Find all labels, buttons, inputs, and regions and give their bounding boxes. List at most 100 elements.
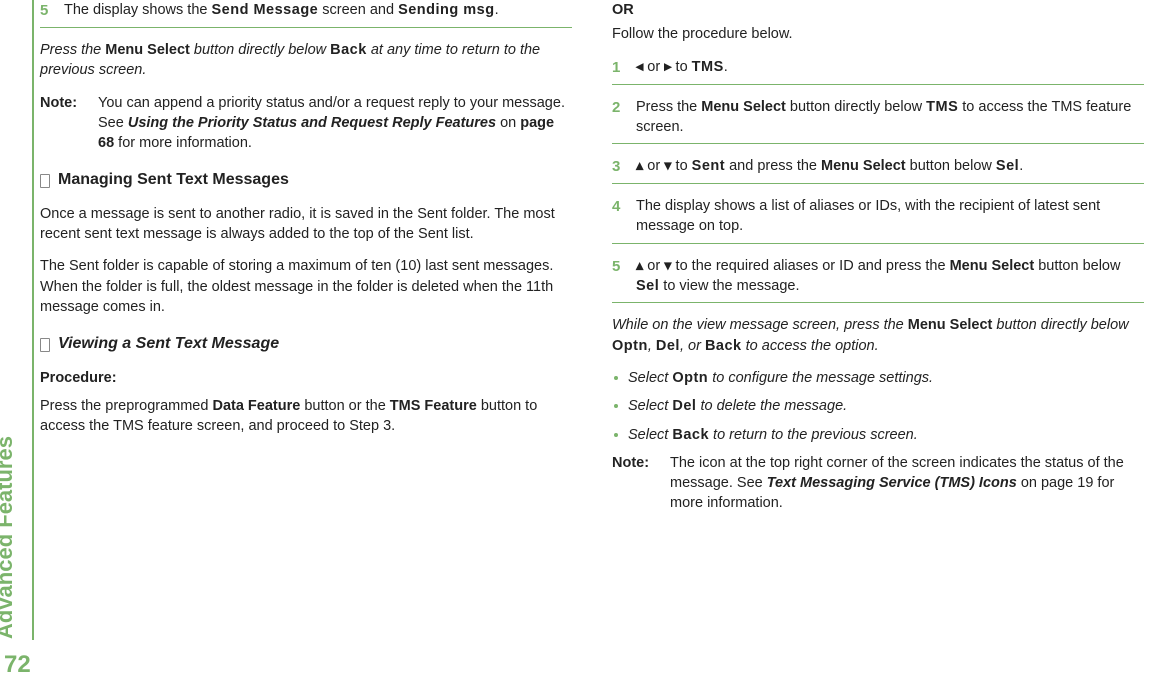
text: to — [672, 59, 692, 75]
section-side-label: Advanced Features — [0, 436, 18, 639]
note-block-right: Note: The icon at the top right corner o… — [612, 453, 1144, 514]
text: button directly below — [992, 317, 1128, 333]
bullet-body: Select Back to return to the previous sc… — [628, 425, 1144, 445]
text: on — [496, 115, 520, 131]
procedure-label: Procedure: — [40, 368, 572, 388]
ui-label: Optn — [672, 370, 708, 386]
or-follow: Follow the procedure below. — [612, 24, 1144, 44]
step-body: The display shows the Send Message scree… — [64, 0, 572, 21]
paragraph: Once a message is sent to another radio,… — [40, 204, 572, 245]
heading-text: Viewing a Sent Text Message — [58, 333, 279, 355]
left-column: 5 The display shows the Send Message scr… — [40, 0, 572, 528]
bullet-back: Select Back to return to the previous sc… — [614, 425, 1144, 445]
menu-select-ref: Menu Select — [821, 158, 906, 174]
note-label: Note: — [40, 93, 86, 154]
text: to return to the previous screen. — [709, 427, 918, 443]
ui-label: Del — [672, 398, 696, 414]
step-number: 5 — [40, 0, 54, 21]
text: to the required aliases or ID and press … — [672, 258, 950, 274]
text: , or — [680, 338, 705, 354]
ref-link: Using the Priority Status and Request Re… — [128, 115, 496, 131]
right-arrow-icon: ▸ — [664, 59, 671, 75]
step-body: ◂ or ▸ to TMS. — [636, 57, 1144, 78]
text: button below — [906, 158, 996, 174]
text: While on the view message screen, press … — [612, 317, 908, 333]
bullet-icon — [614, 376, 618, 380]
text: or — [643, 158, 664, 174]
heading-text: Managing Sent Text Messages — [58, 169, 289, 191]
text: screen and — [318, 2, 398, 18]
step-2: 2 Press the Menu Select button directly … — [612, 97, 1144, 145]
step-1: 1 ◂ or ▸ to TMS. — [612, 57, 1144, 85]
ref-link: Text Messaging Service (TMS) Icons — [767, 475, 1017, 491]
step-4: 4 The display shows a list of aliases or… — [612, 196, 1144, 244]
step-5r: 5 ▴ or ▾ to the required aliases or ID a… — [612, 256, 1144, 304]
page-number: 72 — [4, 651, 31, 679]
button-ref: TMS Feature — [390, 398, 477, 414]
text: . — [495, 2, 499, 18]
down-arrow-icon: ▾ — [664, 258, 671, 274]
heading-managing-sent: Managing Sent Text Messages — [40, 169, 572, 191]
right-column: OR Follow the procedure below. 1 ◂ or ▸ … — [612, 0, 1144, 528]
step-number: 5 — [612, 256, 626, 297]
text: Select — [628, 398, 672, 414]
step-body: Press the Menu Select button directly be… — [636, 97, 1144, 138]
ui-label: Send Message — [212, 2, 319, 18]
step-number: 4 — [612, 196, 626, 237]
text: to configure the message settings. — [708, 370, 933, 386]
text: . — [1019, 158, 1023, 174]
bullet-body: Select Optn to configure the message set… — [628, 368, 1144, 388]
ui-label: Sent — [692, 158, 725, 174]
text: button or the — [300, 398, 389, 414]
paragraph: The Sent folder is capable of storing a … — [40, 256, 572, 317]
bullet-optn: Select Optn to configure the message set… — [614, 368, 1144, 388]
bullet-body: Select Del to delete the message. — [628, 396, 1144, 416]
step-number: 3 — [612, 156, 626, 177]
text: button below — [1034, 258, 1120, 274]
text: to view the message. — [659, 278, 799, 294]
ui-label: Back — [672, 427, 709, 443]
note-block: Note: You can append a priority status a… — [40, 93, 572, 154]
ui-label: Del — [656, 338, 680, 354]
page-content: 5 The display shows the Send Message scr… — [40, 0, 1144, 528]
text: button directly below — [786, 99, 926, 115]
menu-select-ref: Menu Select — [701, 99, 786, 115]
text: to delete the message. — [696, 398, 847, 414]
text: button directly below — [190, 42, 330, 58]
text: Select — [628, 427, 672, 443]
step-3: 3 ▴ or ▾ to Sent and press the Menu Sele… — [612, 156, 1144, 184]
step-body: ▴ or ▾ to the required aliases or ID and… — [636, 256, 1144, 297]
note-body: The icon at the top right corner of the … — [670, 453, 1144, 514]
text: or — [643, 59, 664, 75]
text: , — [648, 338, 656, 354]
text: for more information. — [114, 135, 252, 151]
ui-label: Sending msg — [398, 2, 495, 18]
text: Select — [628, 370, 672, 386]
down-arrow-icon: ▾ — [664, 158, 671, 174]
menu-select-ref: Menu Select — [105, 42, 190, 58]
note-body: You can append a priority status and/or … — [98, 93, 572, 154]
text: Press the — [636, 99, 701, 115]
ui-label: Back — [330, 42, 367, 58]
bullet-icon — [614, 404, 618, 408]
step-5: 5 The display shows the Send Message scr… — [40, 0, 572, 28]
heading-viewing-sent: Viewing a Sent Text Message — [40, 333, 572, 355]
back-instruction: Press the Menu Select button directly be… — [40, 40, 572, 81]
text: to access the option. — [742, 338, 879, 354]
side-divider — [32, 0, 34, 640]
menu-select-ref: Menu Select — [950, 258, 1035, 274]
bullet-icon — [614, 433, 618, 437]
while-instruction: While on the view message screen, press … — [612, 315, 1144, 356]
text: or — [643, 258, 664, 274]
text: The display shows the — [64, 2, 212, 18]
step-body: The display shows a list of aliases or I… — [636, 196, 1144, 237]
section-icon — [40, 174, 50, 188]
procedure-text: Press the preprogrammed Data Feature but… — [40, 396, 572, 437]
ui-label: Sel — [636, 278, 659, 294]
ui-label: Optn — [612, 338, 648, 354]
step-number: 1 — [612, 57, 626, 78]
text: to — [672, 158, 692, 174]
ui-label: TMS — [692, 59, 724, 75]
step-number: 2 — [612, 97, 626, 138]
note-label: Note: — [612, 453, 658, 514]
